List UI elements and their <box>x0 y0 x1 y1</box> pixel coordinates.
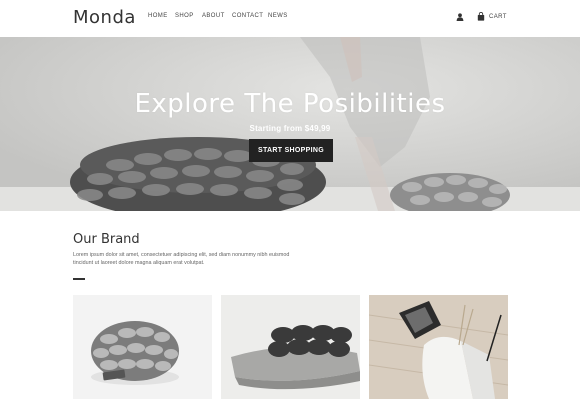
cart-label: CART <box>489 13 507 20</box>
decor-vase-image <box>369 295 508 399</box>
knit-cushion-image <box>221 295 360 399</box>
hero-banner: Explore The Posibilities Starting from $… <box>0 37 580 211</box>
brand-description: Lorem ipsum dolor sit amet, consectetuer… <box>73 252 290 266</box>
nav-news[interactable]: NEWS <box>268 13 288 19</box>
start-shopping-button[interactable]: START SHOPPING <box>249 139 333 162</box>
site-header: Monda HOME SHOP ABOUT CONTACT NEWS CART <box>0 0 580 37</box>
user-icon[interactable] <box>456 13 464 21</box>
hero-title: Explore The Posibilities <box>134 89 446 119</box>
nav-about[interactable]: ABOUT <box>202 13 225 19</box>
hero-subtitle: Starting from $49,99 <box>249 124 331 133</box>
nav-shop[interactable]: SHOP <box>175 13 194 19</box>
shopping-bag-icon <box>477 12 485 21</box>
knit-pouf-product[interactable] <box>73 295 212 399</box>
cart-link[interactable]: CART <box>477 12 507 21</box>
brand-heading: Our Brand <box>73 232 140 247</box>
decor-vase-product[interactable] <box>369 295 508 399</box>
section-divider <box>73 278 85 280</box>
nav-home[interactable]: HOME <box>148 13 168 19</box>
nav-contact[interactable]: CONTACT <box>232 13 263 19</box>
knit-cushion-product[interactable] <box>221 295 360 399</box>
site-logo[interactable]: Monda <box>73 7 136 28</box>
knit-pouf-image <box>73 295 212 399</box>
